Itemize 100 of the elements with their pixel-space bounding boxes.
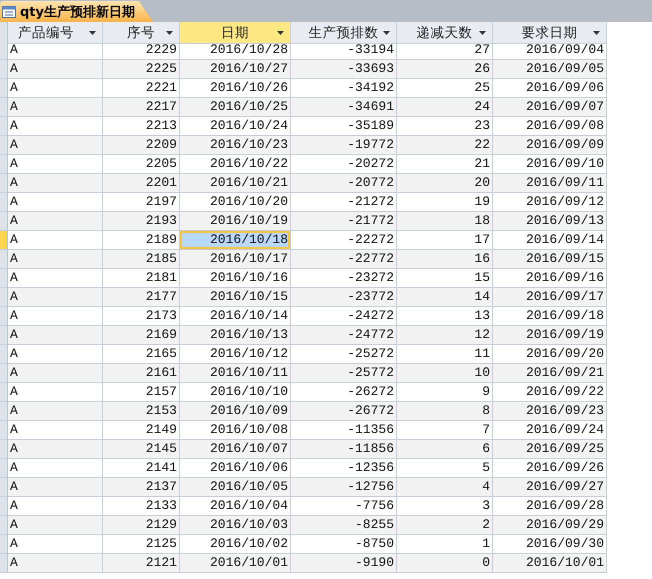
table-cell[interactable]: 2016/09/05 bbox=[493, 60, 607, 79]
table-cell[interactable]: 10 bbox=[397, 364, 493, 383]
dropdown-arrow-icon[interactable] bbox=[277, 31, 284, 35]
table-cell[interactable]: 2016/10/07 bbox=[180, 440, 291, 459]
table-cell[interactable]: 2209 bbox=[103, 136, 180, 155]
row-selector[interactable] bbox=[0, 554, 8, 573]
table-cell[interactable]: 2016/09/17 bbox=[493, 288, 607, 307]
table-cell[interactable]: -19772 bbox=[291, 136, 397, 155]
table-cell[interactable]: -12756 bbox=[291, 478, 397, 497]
table-cell[interactable]: 18 bbox=[397, 212, 493, 231]
row-selector[interactable] bbox=[0, 60, 8, 79]
table-cell[interactable]: 2161 bbox=[103, 364, 180, 383]
row-selector[interactable] bbox=[0, 459, 8, 478]
table-cell[interactable]: 2016/10/01 bbox=[493, 554, 607, 573]
table-cell[interactable]: 2016/09/19 bbox=[493, 326, 607, 345]
table-cell[interactable]: 2016/10/09 bbox=[180, 402, 291, 421]
table-cell[interactable]: 12 bbox=[397, 326, 493, 345]
row-selector[interactable] bbox=[0, 231, 8, 250]
table-cell[interactable]: A bbox=[8, 554, 103, 573]
table-cell[interactable]: -8255 bbox=[291, 516, 397, 535]
table-cell[interactable]: 2177 bbox=[103, 288, 180, 307]
row-selector[interactable] bbox=[0, 174, 8, 193]
row-selector[interactable] bbox=[0, 212, 8, 231]
table-cell[interactable]: A bbox=[8, 136, 103, 155]
table-cell[interactable]: 2016/09/23 bbox=[493, 402, 607, 421]
dropdown-arrow-icon[interactable] bbox=[89, 31, 96, 35]
table-cell[interactable]: 2169 bbox=[103, 326, 180, 345]
table-cell[interactable]: 2217 bbox=[103, 98, 180, 117]
table-cell[interactable]: 2137 bbox=[103, 478, 180, 497]
table-cell[interactable]: A bbox=[8, 440, 103, 459]
table-cell[interactable]: -24772 bbox=[291, 326, 397, 345]
table-cell[interactable]: 16 bbox=[397, 250, 493, 269]
table-cell[interactable]: 2 bbox=[397, 516, 493, 535]
table-cell[interactable]: 2016/10/23 bbox=[180, 136, 291, 155]
table-cell[interactable]: A bbox=[8, 212, 103, 231]
table-cell[interactable]: A bbox=[8, 174, 103, 193]
table-cell[interactable]: 2016/09/11 bbox=[493, 174, 607, 193]
row-selector[interactable] bbox=[0, 250, 8, 269]
table-cell[interactable]: A bbox=[8, 326, 103, 345]
column-header[interactable]: 产品编号 bbox=[8, 22, 103, 44]
table-cell[interactable]: A bbox=[8, 364, 103, 383]
row-selector[interactable] bbox=[0, 478, 8, 497]
table-cell[interactable]: -21772 bbox=[291, 212, 397, 231]
row-selector[interactable] bbox=[0, 383, 8, 402]
row-selector[interactable] bbox=[0, 516, 8, 535]
row-selector[interactable] bbox=[0, 307, 8, 326]
column-header[interactable]: 日期 bbox=[180, 22, 291, 44]
row-selector[interactable] bbox=[0, 288, 8, 307]
dropdown-arrow-icon[interactable] bbox=[593, 31, 600, 35]
row-selector[interactable] bbox=[0, 41, 8, 60]
table-cell[interactable]: 2016/10/15 bbox=[180, 288, 291, 307]
row-selector[interactable] bbox=[0, 421, 8, 440]
table-cell[interactable]: -23772 bbox=[291, 288, 397, 307]
table-cell[interactable]: A bbox=[8, 60, 103, 79]
row-selector[interactable] bbox=[0, 402, 8, 421]
table-cell[interactable]: 2201 bbox=[103, 174, 180, 193]
table-cell[interactable]: 2016/10/19 bbox=[180, 212, 291, 231]
row-selector[interactable] bbox=[0, 136, 8, 155]
table-cell[interactable]: 2016/09/25 bbox=[493, 440, 607, 459]
column-header[interactable]: 递减天数 bbox=[397, 22, 493, 44]
table-cell[interactable]: 24 bbox=[397, 98, 493, 117]
table-cell[interactable]: 2193 bbox=[103, 212, 180, 231]
row-selector[interactable] bbox=[0, 193, 8, 212]
table-cell[interactable]: 2016/10/21 bbox=[180, 174, 291, 193]
document-tab[interactable]: qty生产预排新日期 bbox=[0, 1, 153, 22]
table-cell[interactable]: 2185 bbox=[103, 250, 180, 269]
table-cell[interactable]: -25772 bbox=[291, 364, 397, 383]
table-cell[interactable]: 4 bbox=[397, 478, 493, 497]
table-cell[interactable]: 26 bbox=[397, 60, 493, 79]
table-cell[interactable]: 2016/09/15 bbox=[493, 250, 607, 269]
table-cell[interactable]: 2016/10/01 bbox=[180, 554, 291, 573]
table-cell[interactable]: -34691 bbox=[291, 98, 397, 117]
table-cell[interactable]: 14 bbox=[397, 288, 493, 307]
dropdown-arrow-icon[interactable] bbox=[166, 31, 173, 35]
table-cell[interactable]: 6 bbox=[397, 440, 493, 459]
table-cell[interactable]: 2016/10/11 bbox=[180, 364, 291, 383]
table-cell[interactable]: 2016/10/17 bbox=[180, 250, 291, 269]
table-cell[interactable]: 2145 bbox=[103, 440, 180, 459]
column-header[interactable]: 序号 bbox=[103, 22, 180, 44]
table-cell[interactable]: 2225 bbox=[103, 60, 180, 79]
table-cell[interactable]: 2016/09/13 bbox=[493, 212, 607, 231]
row-selector[interactable] bbox=[0, 117, 8, 136]
table-cell[interactable]: -26772 bbox=[291, 402, 397, 421]
table-cell[interactable]: 2016/09/29 bbox=[493, 516, 607, 535]
row-selector[interactable] bbox=[0, 155, 8, 174]
table-cell[interactable]: 2153 bbox=[103, 402, 180, 421]
table-cell[interactable]: A bbox=[8, 478, 103, 497]
row-selector[interactable] bbox=[0, 269, 8, 288]
dropdown-arrow-icon[interactable] bbox=[479, 31, 486, 35]
table-cell[interactable]: 2016/10/13 bbox=[180, 326, 291, 345]
table-cell[interactable]: A bbox=[8, 98, 103, 117]
table-cell[interactable]: -11856 bbox=[291, 440, 397, 459]
row-selector[interactable] bbox=[0, 345, 8, 364]
table-cell[interactable]: 8 bbox=[397, 402, 493, 421]
row-selector[interactable] bbox=[0, 497, 8, 516]
table-cell[interactable]: -9190 bbox=[291, 554, 397, 573]
table-cell[interactable]: -33693 bbox=[291, 60, 397, 79]
table-cell[interactable]: -20772 bbox=[291, 174, 397, 193]
table-cell[interactable]: 2016/09/07 bbox=[493, 98, 607, 117]
table-cell[interactable]: 2016/10/18 bbox=[180, 231, 291, 250]
